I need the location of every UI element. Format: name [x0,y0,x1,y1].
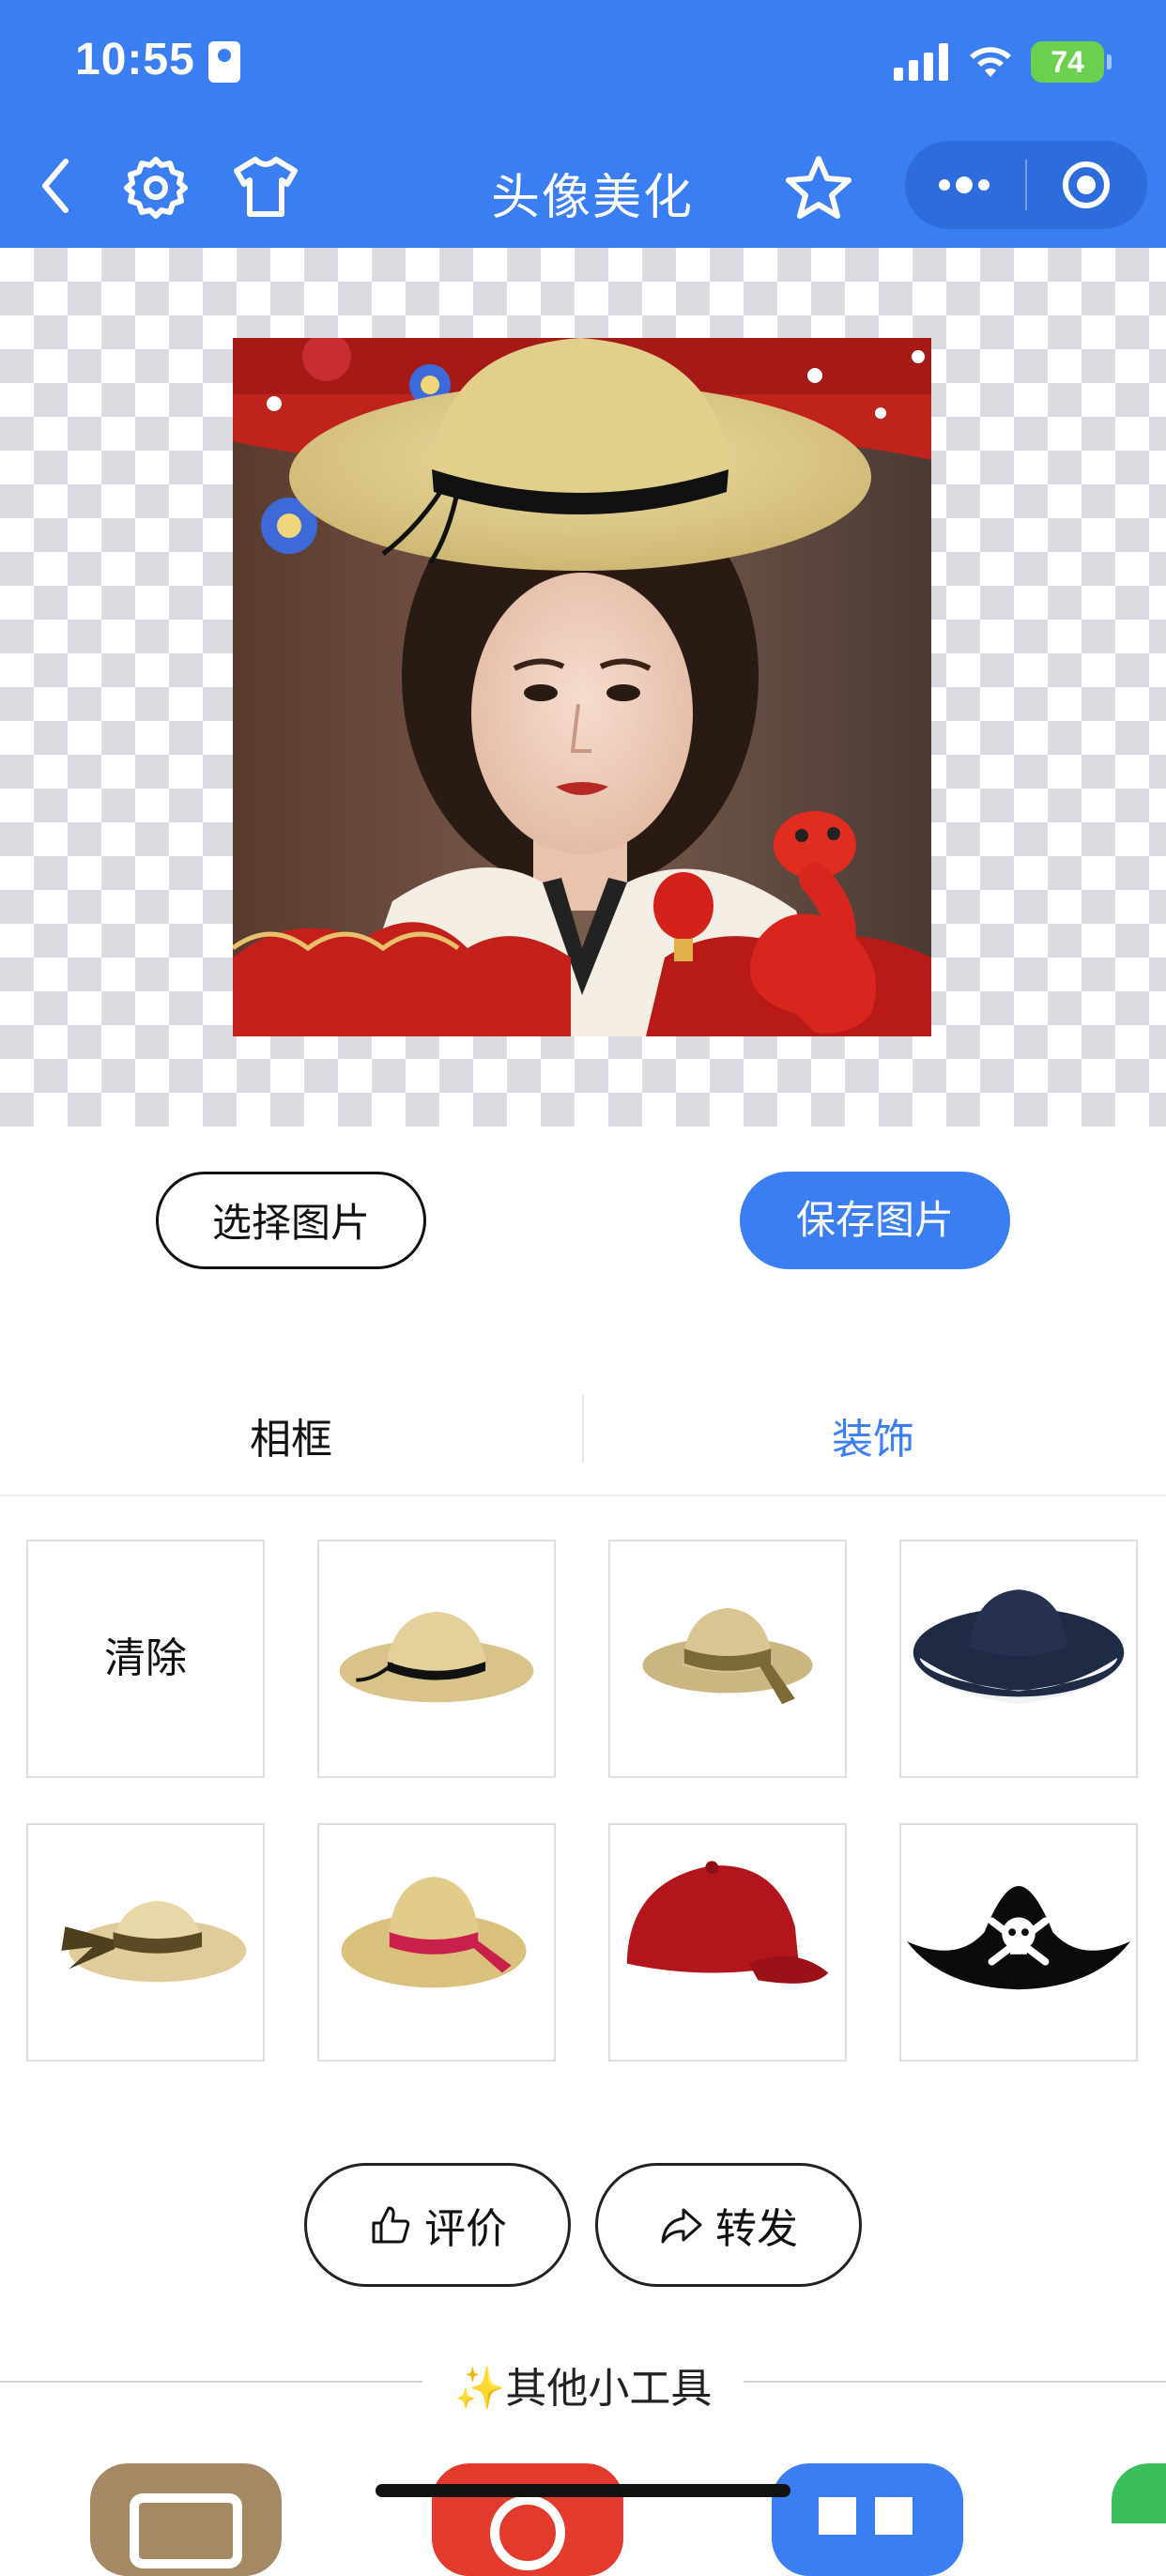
tab-separator [0,1495,1166,1496]
avatar-preview [233,338,931,1036]
capsule-divider [1025,160,1027,210]
wifi-icon [970,47,1011,77]
tool-icon-1 [130,2493,242,2568]
more-icon[interactable] [935,169,993,201]
tab-frames[interactable]: 相框 [0,1395,582,1485]
straw-hat-bow-icon [642,1607,813,1705]
straw-boater-ribbon-icon [61,1900,247,1983]
clear-decoration-button[interactable]: 清除 [26,1540,265,1778]
share-label: 转发 [715,2205,798,2253]
red-baseball-cap-icon [626,1861,829,1984]
decoration-item[interactable] [608,1823,847,2062]
share-icon [661,2208,702,2244]
tool-icon-2 [490,2495,565,2570]
signal-icon [894,43,950,81]
rate-button[interactable]: 评价 [304,2163,571,2287]
straw-hat-pink-band-icon [341,1877,527,1988]
other-tools-title: ✨其他小工具 [453,2365,713,2413]
decoration-item[interactable] [899,1540,1138,1778]
tool-tile-2[interactable] [432,2463,623,2576]
home-indicator [376,2484,790,2497]
thumbs-up-icon [372,2206,410,2244]
star-icon[interactable] [783,154,854,222]
close-target-icon[interactable] [1061,160,1112,210]
tab-decorations[interactable]: 装饰 [582,1395,1164,1485]
save-image-button[interactable]: 保存图片 [740,1172,1010,1269]
person-icon [208,41,240,83]
clear-label: 清除 [104,1634,187,1682]
pirate-hat-icon [906,1885,1131,1990]
tool-tile-1[interactable] [90,2463,282,2576]
decoration-item[interactable] [317,1540,556,1778]
decoration-item[interactable] [608,1540,847,1778]
decoration-item[interactable] [899,1823,1138,2062]
share-button[interactable]: 转发 [595,2163,862,2287]
tool-icon-3 [819,2497,856,2535]
tool-tile-4[interactable] [1112,2463,1166,2523]
tool-icon-3b [875,2497,913,2535]
rate-label: 评价 [424,2205,507,2253]
battery-indicator: 74 [1031,41,1112,83]
decoration-item[interactable] [26,1823,265,2062]
status-time: 10:55 [75,35,195,84]
tool-tile-3[interactable] [772,2463,963,2576]
navy-white-sun-hat-icon [912,1589,1126,1705]
straw-hat-black-band-icon [339,1611,534,1703]
choose-image-button[interactable]: 选择图片 [156,1172,426,1269]
decoration-item[interactable] [317,1823,556,2062]
